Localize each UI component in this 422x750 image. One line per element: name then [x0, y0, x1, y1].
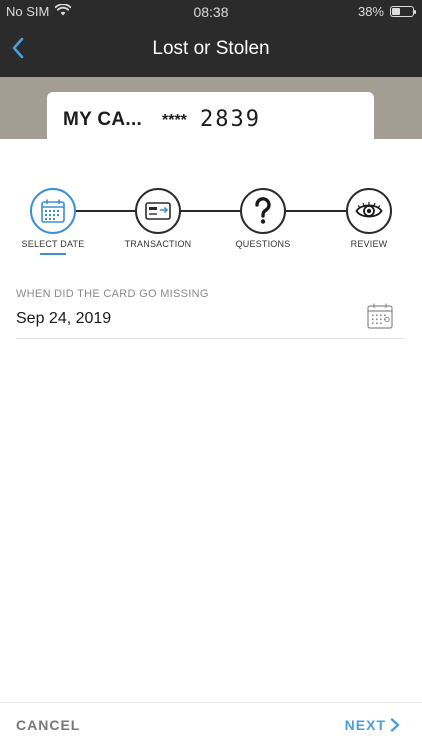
cancel-button[interactable]: CANCEL — [16, 717, 80, 733]
battery-level — [392, 8, 400, 15]
next-button[interactable]: NEXT — [345, 717, 400, 733]
step-connector — [180, 210, 242, 212]
step-connector — [286, 210, 348, 212]
step-label-transaction: TRANSACTION — [124, 239, 192, 249]
battery-icon — [390, 6, 416, 17]
date-picker-button[interactable] — [366, 302, 394, 330]
chevron-right-icon — [390, 718, 400, 732]
step-select-date[interactable] — [30, 188, 76, 234]
stepper: SELECT DATE TRANSACTION QUESTIONS REVIEW — [0, 139, 422, 269]
card-name: MY CA... — [63, 109, 143, 130]
status-right: 38% — [357, 4, 416, 19]
step-label-questions: QUESTIONS — [235, 239, 291, 249]
card-preview: MY CA... **** 2839 — [47, 92, 374, 139]
credit-card-icon — [145, 202, 171, 220]
calendar-icon — [367, 303, 393, 329]
next-button-label: NEXT — [344, 717, 386, 733]
step-transaction[interactable] — [135, 188, 181, 234]
app-header: No SIM 08:38 38% Lost or Stolen — [0, 0, 422, 77]
calendar-icon — [41, 199, 65, 223]
step-label-review: REVIEW — [350, 239, 388, 249]
step-connector — [76, 210, 138, 212]
card-mask: **** — [162, 112, 187, 129]
card-preview-area: MY CA... **** 2839 — [0, 77, 422, 139]
card-last4: 2839 — [200, 107, 261, 132]
page-title: Lost or Stolen — [152, 38, 270, 59]
form-sheet: SELECT DATE TRANSACTION QUESTIONS REVIEW… — [0, 139, 422, 750]
step-review[interactable] — [346, 188, 392, 234]
step-questions[interactable] — [240, 188, 286, 234]
question-icon — [255, 197, 271, 224]
active-step-indicator — [40, 253, 66, 255]
step-label-select-date: SELECT DATE — [21, 239, 85, 249]
date-field-label: WHEN DID THE CARD GO MISSING — [16, 288, 209, 300]
nav-bar: Lost or Stolen — [0, 22, 422, 77]
footer-divider — [0, 702, 422, 703]
battery-percent: 38% — [357, 4, 384, 19]
missing-date-field[interactable]: Sep 24, 2019 — [16, 310, 111, 328]
eye-icon — [355, 202, 383, 218]
status-bar: No SIM 08:38 38% — [0, 0, 422, 22]
field-divider — [16, 338, 405, 339]
